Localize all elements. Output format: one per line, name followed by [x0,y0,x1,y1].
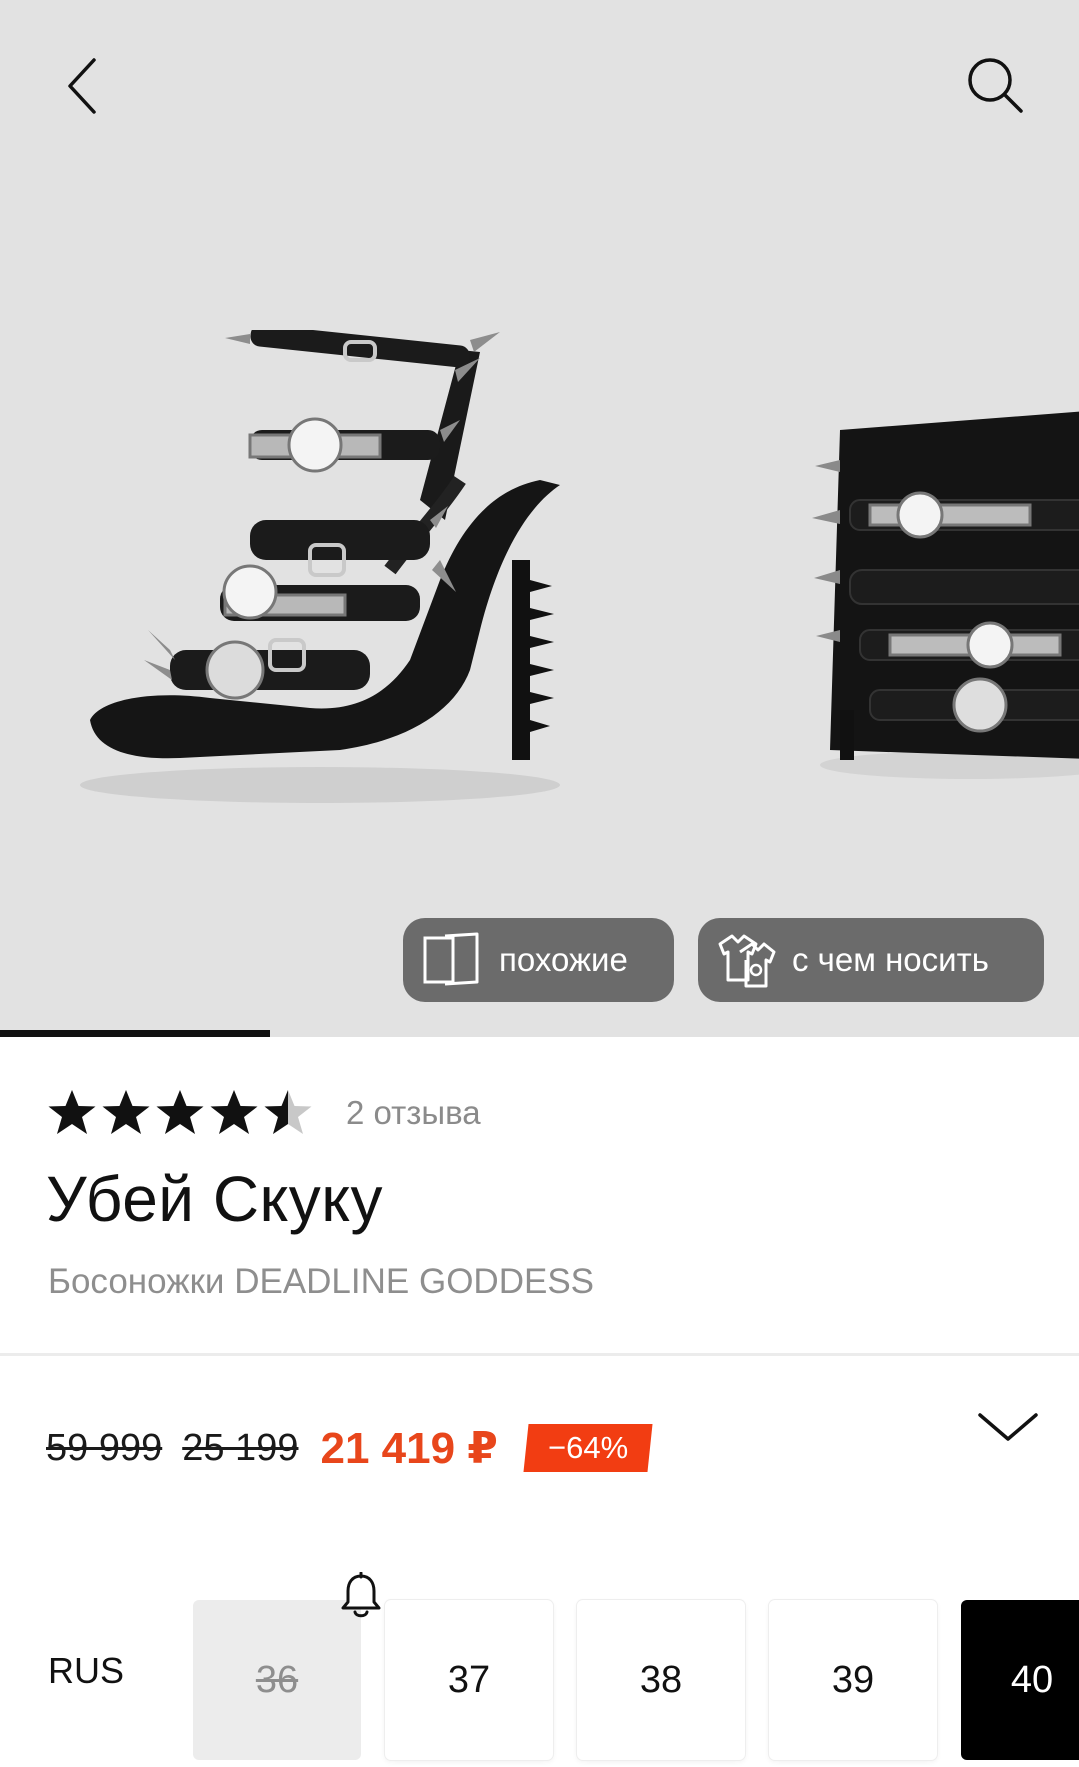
product-photo-sandal-back [812,411,1079,779]
similar-products-button[interactable]: похожие [403,918,674,1002]
star-half-icon [264,1090,312,1134]
rating-stars [46,1087,316,1139]
star-full-icon [156,1090,204,1134]
brand-name[interactable]: Убей Скуку [46,1162,383,1236]
size-option-40[interactable]: 40 [961,1600,1079,1760]
what-to-wear-button[interactable]: с чем носить [698,918,1044,1002]
reviews-count[interactable]: 2 отзыва [346,1094,481,1132]
cards-stack-icon [423,932,479,986]
bell-icon[interactable] [338,1572,384,1620]
size-option-38[interactable]: 38 [577,1600,745,1760]
size-system-label: RUS [48,1650,125,1691]
discount-value: −64% [547,1430,629,1465]
price-row: 59 999 25 199 21 419 ₽ −64% [46,1418,653,1478]
chevron-down-icon[interactable] [975,1405,1041,1451]
product-photo-sandal [80,330,560,803]
size-option-37[interactable]: 37 [385,1600,553,1760]
back-button[interactable] [52,50,112,122]
product-gallery[interactable]: похожие с чем носить [0,0,1079,1037]
size-label: 40 [1010,1658,1054,1701]
rating-row[interactable]: 2 отзыва [46,1083,481,1143]
gallery-progress-fill [0,1030,270,1037]
size-label: 38 [639,1658,683,1701]
size-label: 37 [447,1658,491,1701]
tshirts-icon [718,934,776,988]
product-title: Босоножки DEADLINE GODDESS [48,1262,595,1301]
chevron-left-icon [68,58,96,114]
gallery-progress [0,1030,1079,1037]
star-full-icon [102,1090,150,1134]
discount-badge: −64% [523,1424,653,1472]
size-option-36[interactable]: 36 [193,1600,361,1760]
similar-products-label: похожие [499,941,628,978]
original-price: 59 999 [46,1426,163,1469]
search-icon [968,58,1023,113]
star-full-icon [210,1090,258,1134]
size-option-39[interactable]: 39 [769,1600,937,1760]
section-divider [0,1353,1079,1356]
current-price: 21 419 ₽ [320,1423,498,1473]
previous-price: 25 199 [182,1426,299,1469]
what-to-wear-label: с чем носить [792,941,989,978]
size-label: 39 [831,1658,875,1701]
search-button[interactable] [960,50,1030,120]
size-label: 36 [255,1658,299,1701]
star-full-icon [48,1090,96,1134]
